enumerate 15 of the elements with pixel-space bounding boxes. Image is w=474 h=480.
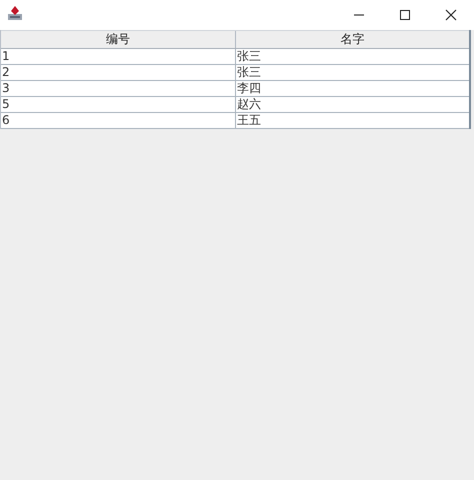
app-icon (7, 5, 23, 21)
table-cell: 2 (1, 65, 236, 80)
maximize-icon (399, 9, 411, 21)
column-header[interactable]: 编号 (1, 31, 236, 48)
table-cell-text: 王五 (236, 113, 262, 128)
table-cell-text: 张三 (236, 65, 262, 80)
table-cell: 1 (1, 49, 236, 64)
table-cell: 5 (1, 97, 236, 112)
close-icon (445, 9, 457, 21)
table-cell-text: 张三 (236, 49, 262, 64)
table-cell-text: 赵六 (236, 97, 262, 112)
column-header[interactable]: 名字 (236, 31, 469, 48)
table-cell-text: 李四 (236, 81, 262, 96)
table-cell: 3 (1, 81, 236, 96)
table-cell: 6 (1, 113, 236, 128)
